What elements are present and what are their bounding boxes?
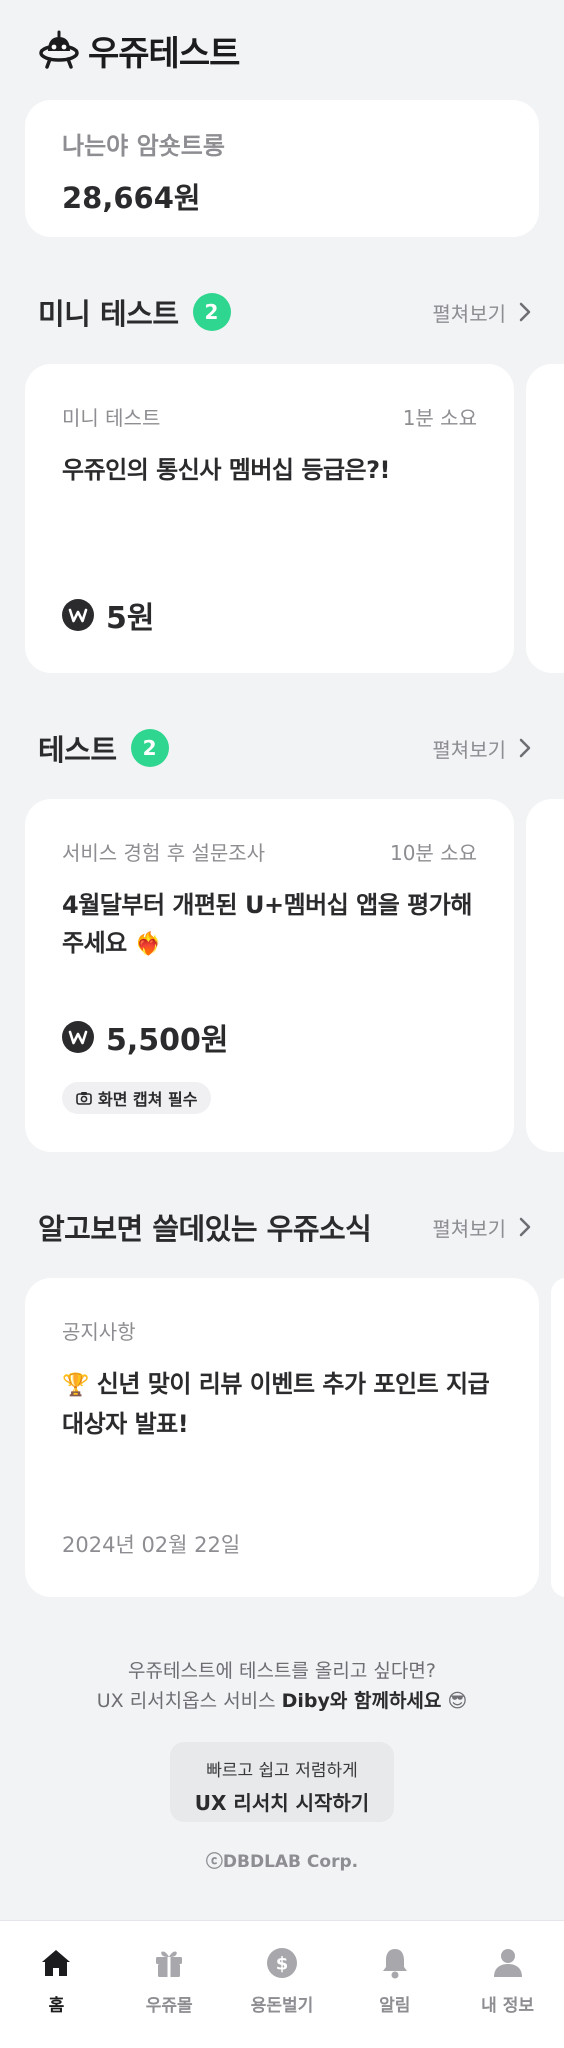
app-title: 우쥬테스트 xyxy=(88,33,240,74)
tab-label: 홈 xyxy=(48,1996,65,2016)
test-title-text: 4월달부터 개편된 U+멤버십 앱을 평가해 주세요 xyxy=(62,891,472,957)
test-title: 4월달부터 개편된 U+멤버십 앱을 평가해 주세요 ❤️‍🔥 xyxy=(62,886,477,964)
balance-amount: 28,664원 xyxy=(62,181,201,215)
news-title-text: 신년 맞이 리뷰 이벤트 추가 포인트 지급 대상자 발표! xyxy=(62,1370,490,1438)
chevron-right-icon xyxy=(519,302,531,322)
cta-label: UX 리서치 시작하기 xyxy=(194,1791,370,1815)
promo-line-2: UX 리서치옵스 서비스 Diby와 함께하세요 😎 xyxy=(0,1686,564,1716)
sunglasses-emoji: 😎 xyxy=(447,1690,468,1712)
tab-notifications[interactable]: 알림 xyxy=(338,1921,451,2048)
promo-line-2-prefix: UX 리서치옵스 서비스 xyxy=(96,1690,282,1712)
news-date: 2024년 02월 22일 xyxy=(62,1533,241,1557)
tab-my-info[interactable]: 내 정보 xyxy=(451,1921,564,2048)
news-card[interactable]: 공지사항 🏆 신년 맞이 리뷰 이벤트 추가 포인트 지급 대상자 발표! 20… xyxy=(25,1278,539,1597)
chevron-right-icon xyxy=(519,1217,531,1237)
see-all-label: 펼쳐보기 xyxy=(432,737,506,762)
test-duration: 1분 소요 xyxy=(402,406,477,430)
test-title: 우쥬인의 통신사 멤버십 등급은?! xyxy=(62,456,390,484)
news-category: 공지사항 xyxy=(62,1320,136,1344)
tab-mall[interactable]: 우쥬몰 xyxy=(113,1921,226,2048)
svg-text:$: $ xyxy=(276,1954,289,1975)
dollar-coin-icon: $ xyxy=(266,1948,297,1978)
bell-icon xyxy=(382,1949,407,1979)
balance-card[interactable]: 나는야 암숏트롱 28,664원 xyxy=(25,100,539,237)
next-card-peek[interactable] xyxy=(526,364,564,673)
news-section-header: 알고보면 쓸데있는 우쥬소식 펼쳐보기 xyxy=(38,1205,532,1249)
count-badge: 2 xyxy=(192,293,231,331)
reward: 5,500원 xyxy=(62,1015,229,1059)
tab-home[interactable]: 홈 xyxy=(0,1921,113,2048)
news-title: 🏆 신년 맞이 리뷰 이벤트 추가 포인트 지급 대상자 발표! xyxy=(62,1365,502,1443)
reward: 5원 xyxy=(62,593,154,637)
tab-earn[interactable]: $ 용돈벌기 xyxy=(226,1921,339,2048)
ufo-logo-icon xyxy=(39,30,79,69)
next-card-peek[interactable] xyxy=(551,1278,564,1597)
see-all-link[interactable]: 펼쳐보기 xyxy=(432,734,532,763)
gift-icon xyxy=(156,1951,183,1977)
section-title: 알고보면 쓸데있는 우쥬소식 xyxy=(38,1212,372,1246)
chip-label: 화면 캡쳐 필수 xyxy=(98,1090,198,1109)
promo-line-1: 우쥬테스트에 테스트를 올리고 싶다면? xyxy=(128,1660,436,1682)
chevron-right-icon xyxy=(519,738,531,758)
test-category: 서비스 경험 후 설문조사 xyxy=(62,841,266,865)
see-all-link[interactable]: 펼쳐보기 xyxy=(432,1213,532,1242)
test-category: 미니 테스트 xyxy=(62,406,161,430)
promo-text: 우쥬테스트에 테스트를 올리고 싶다면? UX 리서치옵스 서비스 Diby와 … xyxy=(0,1656,564,1716)
home-icon xyxy=(42,1950,71,1976)
see-all-label: 펼쳐보기 xyxy=(432,301,506,326)
tab-label: 내 정보 xyxy=(481,1996,534,2016)
won-coin-icon xyxy=(62,1021,94,1053)
tab-label: 우쥬몰 xyxy=(145,1996,193,2016)
mini-test-section-header: 미니 테스트 2 펼쳐보기 xyxy=(38,290,532,334)
tab-label: 용돈벌기 xyxy=(250,1996,314,2016)
count-badge: 2 xyxy=(130,729,169,767)
promo-brand: Diby와 함께하세요 xyxy=(281,1690,442,1712)
start-ux-research-button[interactable]: 빠르고 쉽고 저렴하게 UX 리서치 시작하기 xyxy=(170,1742,394,1822)
reward-amount: 5원 xyxy=(106,601,155,636)
won-coin-icon xyxy=(62,599,94,631)
copyright: ⓒDBDLAB Corp. xyxy=(205,1852,359,1872)
heart-on-fire-emoji: ❤️‍🔥 xyxy=(134,932,162,957)
test-section-header: 테스트 2 펼쳐보기 xyxy=(38,726,532,770)
see-all-link[interactable]: 펼쳐보기 xyxy=(432,298,532,327)
section-title: 테스트 xyxy=(38,733,117,767)
reward-amount: 5,500원 xyxy=(106,1023,229,1058)
see-all-label: 펼쳐보기 xyxy=(432,1216,506,1241)
requirement-chip: 화면 캡쳐 필수 xyxy=(62,1082,212,1114)
person-icon xyxy=(493,1949,522,1977)
cta-subtitle: 빠르고 쉽고 저렴하게 xyxy=(206,1761,358,1781)
app-header: 우쥬테스트 xyxy=(38,26,240,74)
test-card[interactable]: 서비스 경험 후 설문조사 10분 소요 4월달부터 개편된 U+멤버십 앱을 … xyxy=(25,799,514,1152)
trophy-emoji: 🏆 xyxy=(62,1373,89,1398)
next-card-peek[interactable] xyxy=(526,799,564,1152)
camera-icon xyxy=(76,1092,92,1105)
test-duration: 10분 소요 xyxy=(389,841,477,865)
mini-test-card[interactable]: 미니 테스트 1분 소요 우쥬인의 통신사 멤버십 등급은?! 5원 xyxy=(25,364,514,673)
bottom-tab-bar: 홈 우쥬몰 $ 용돈벌기 알림 내 정보 xyxy=(0,1920,564,2048)
user-nickname: 나는야 암숏트롱 xyxy=(62,132,225,160)
tab-label: 알림 xyxy=(379,1996,411,2016)
section-title: 미니 테스트 xyxy=(38,297,179,331)
